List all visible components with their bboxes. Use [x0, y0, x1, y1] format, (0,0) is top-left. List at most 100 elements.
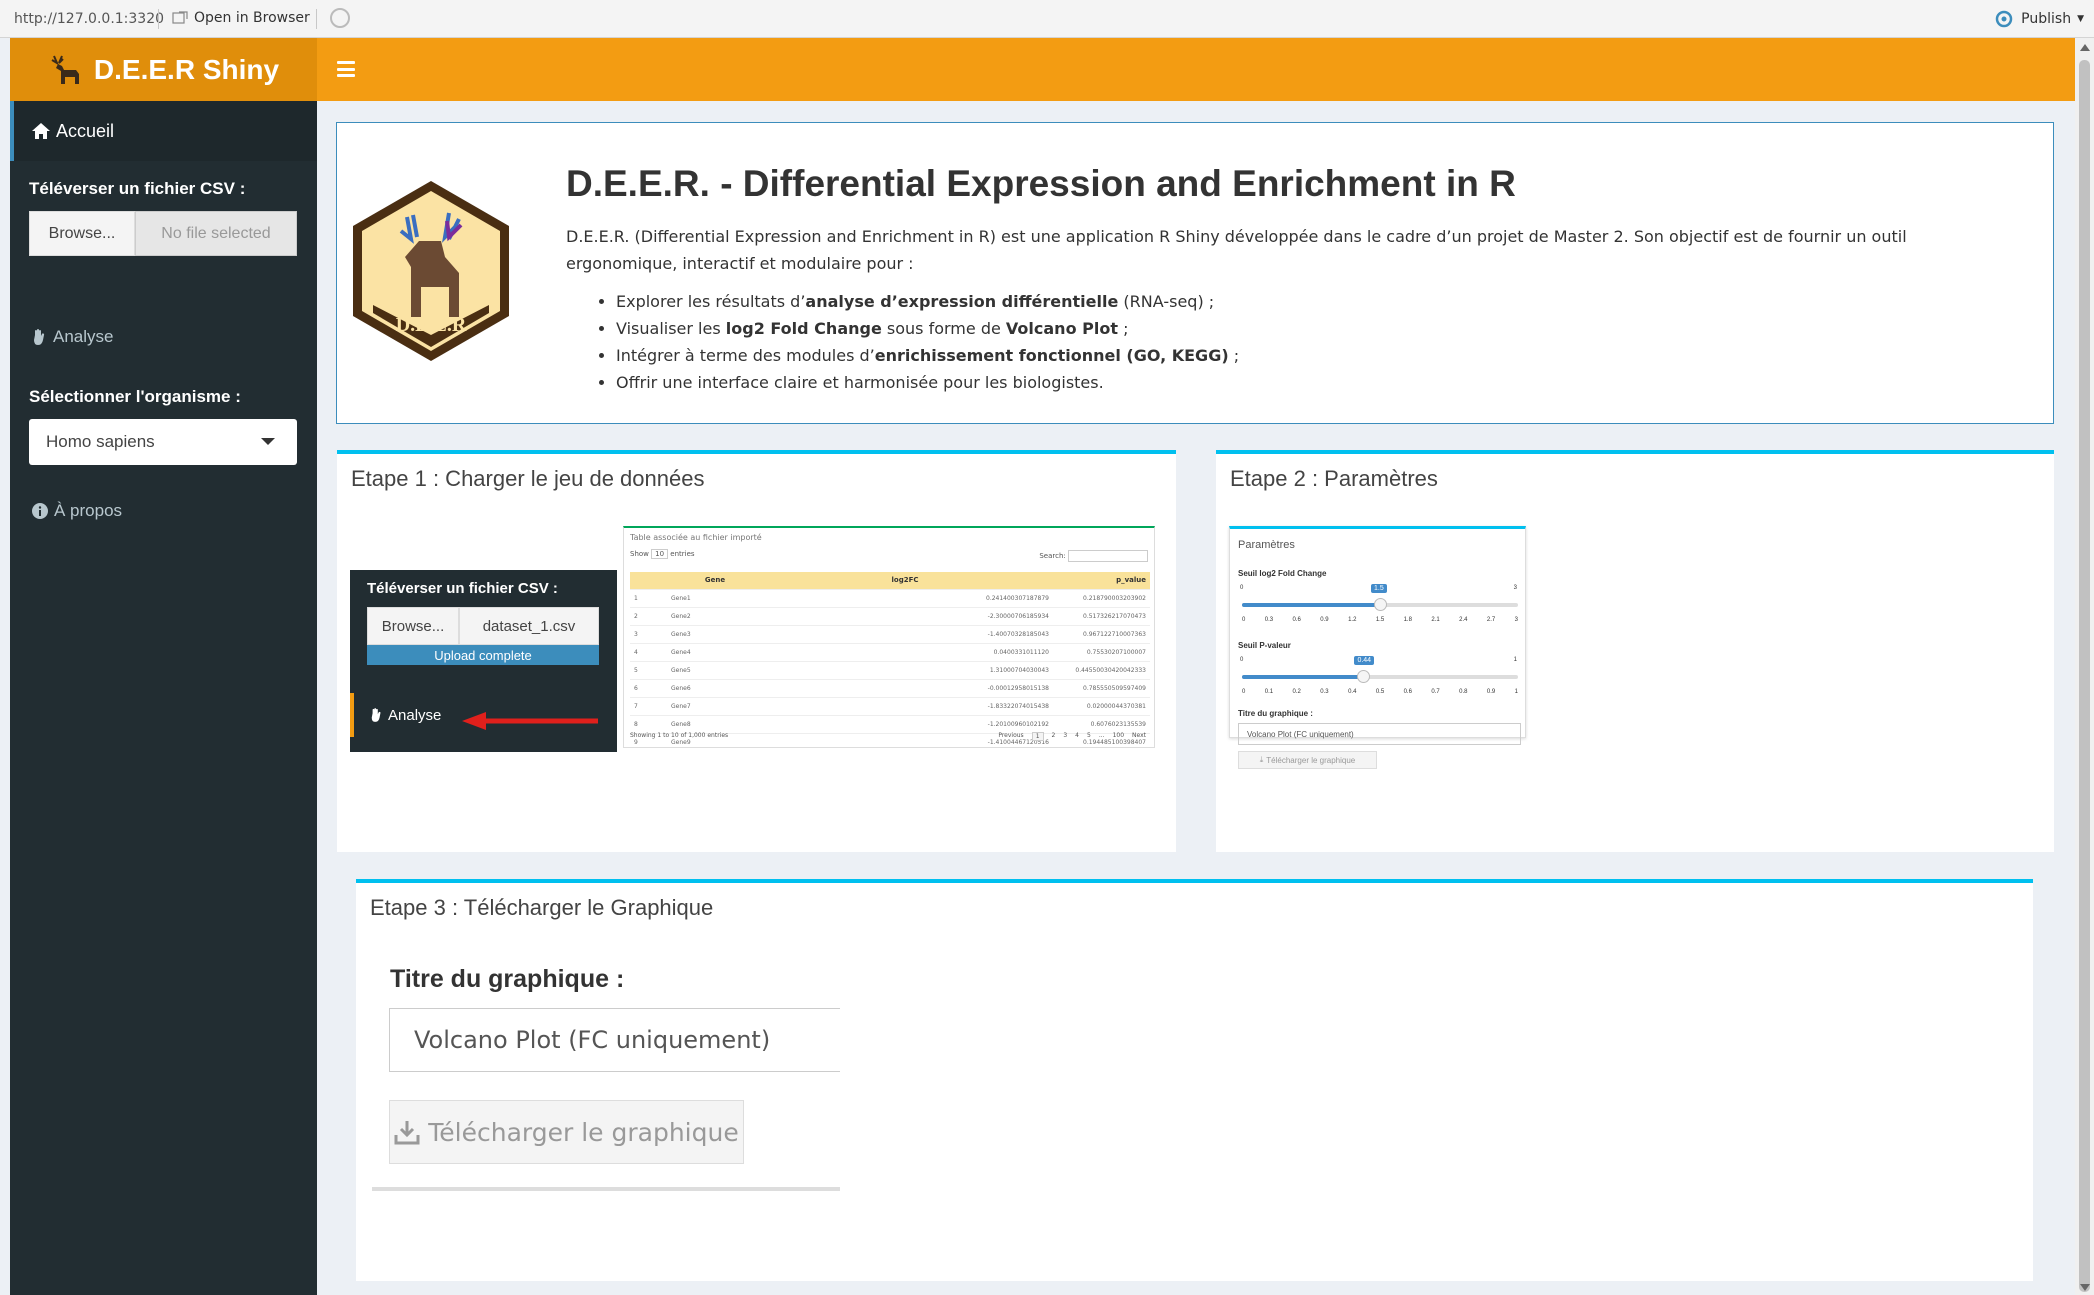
pagination-item: 1	[1031, 732, 1044, 741]
thumb-download-label: Télécharger le graphique	[1266, 755, 1356, 765]
feature-list: Explorer les résultats d’analyse d’expre…	[592, 288, 1492, 396]
sidebar-item-apropos[interactable]: À propos	[32, 501, 122, 521]
table-cell: -2.30000706185934	[760, 606, 1050, 625]
table-info: Showing 1 to 10 of 1,000 entries	[630, 732, 729, 739]
refresh-icon[interactable]	[330, 8, 350, 28]
slider-tick-label: 0.9	[1320, 617, 1329, 623]
upload-screenshot: Téléverser un fichier CSV : Browse... da…	[350, 570, 617, 752]
thumb-file-control: Browse... dataset_1.csv	[367, 607, 599, 645]
table-cell: 0.0400331011120	[760, 642, 1050, 661]
thumb-browse: Browse...	[367, 607, 459, 645]
page-title: D.E.E.R. - Differential Expression and E…	[566, 163, 1516, 204]
slider-tick-label: 0.3	[1264, 617, 1274, 623]
fc-slider-handle	[1374, 598, 1387, 611]
download-graph-button[interactable]: Télécharger le graphique	[389, 1100, 744, 1164]
sidebar-item-accueil[interactable]: Accueil	[10, 101, 317, 161]
sidebar-item-analyse[interactable]: Analyse	[32, 327, 113, 347]
open-in-browser-button[interactable]: Open in Browser	[172, 10, 310, 26]
sidebar: Accueil Téléverser un fichier CSV : Brow…	[10, 101, 317, 1295]
step3-title: Etape 3 : Télécharger le Graphique	[370, 895, 714, 920]
pagination-item: 5	[1087, 732, 1091, 739]
list-item: Offrir une interface claire et harmonisé…	[616, 369, 1492, 396]
vertical-scrollbar[interactable]	[2075, 38, 2094, 1295]
fc-min: 0	[1240, 585, 1244, 591]
scroll-up-icon[interactable]	[2080, 44, 2090, 51]
table-cell: 2	[630, 606, 670, 625]
thumb-upload-label: Téléverser un fichier CSV :	[367, 580, 558, 597]
thumb-graph-title-label: Titre du graphique :	[1238, 709, 1313, 718]
scroll-down-icon[interactable]	[2080, 1284, 2090, 1291]
app-logo[interactable]: D.E.E.R Shiny	[10, 38, 317, 101]
table-cell: Gene7	[670, 696, 760, 715]
table-cell: 8	[630, 714, 670, 733]
thumb-analyse-label: Analyse	[388, 706, 442, 724]
slider-tick-label: 2.7	[1486, 617, 1496, 623]
slider-tick-label: 0.9	[1486, 689, 1496, 695]
browse-button[interactable]: Browse...	[29, 211, 135, 256]
step2-box: Etape 2 : Paramètres Paramètres Seuil lo…	[1216, 450, 2054, 852]
deer-logo: D.E.E.R	[353, 181, 509, 361]
slider-tick-label: 1.5	[1375, 617, 1385, 623]
fc-max: 3	[1513, 585, 1517, 591]
pagination-item: Previous	[998, 732, 1024, 739]
toolbar-divider	[316, 9, 317, 29]
table-cell: 0.517326217070473	[1050, 606, 1150, 625]
intro-box: D.E.E.R D.E.E.R. - Differential Expressi…	[336, 122, 2054, 424]
table-cell: Gene8	[670, 714, 760, 733]
hand-icon	[34, 329, 45, 345]
fc-slider: 1.5	[1242, 584, 1518, 611]
sidebar-item-label: Analyse	[53, 327, 114, 346]
table-cell: Gene5	[670, 660, 760, 679]
table-cell: Gene1	[670, 588, 760, 607]
slider-tick-label: 1.2	[1348, 617, 1357, 623]
slider-tick-label: 0.4	[1348, 689, 1357, 695]
pagination-item: Next	[1132, 732, 1146, 739]
hamburger-icon[interactable]	[337, 59, 355, 79]
table-row: 1 Gene1 0.241400307187879 0.218790003203902	[630, 588, 1150, 607]
slider-tick-label: 0.7	[1431, 689, 1440, 695]
p-slider: 0.44	[1242, 656, 1518, 683]
file-name-field[interactable]: No file selected	[135, 211, 297, 256]
thumb-download-button: ⤓ Télécharger le graphique	[1238, 751, 1377, 769]
slider-tick-label: 1	[1514, 689, 1518, 695]
p-ticks: 0 0.1 0.2 0.3 0.4 0.5 0.6 0.7 0.8 0.9 1	[1242, 689, 1518, 695]
red-arrow-icon	[462, 712, 598, 730]
p-min: 0	[1240, 657, 1244, 663]
slider-tick-label: 3	[1514, 617, 1518, 623]
file-upload-control[interactable]: Browse... No file selected	[29, 211, 297, 256]
graph-title-input[interactable]: Volcano Plot (FC uniquement)	[389, 1008, 840, 1072]
table-cell: 0.241400307187879	[760, 588, 1050, 607]
data-table-screenshot: Table associée au fichier importé Show 1…	[623, 526, 1155, 748]
table-row: 8 Gene8 -1.20100960102192 0.6076023135539	[630, 714, 1150, 733]
slider-tick-label: 1.8	[1403, 617, 1412, 623]
thumb-filename: dataset_1.csv	[459, 607, 599, 645]
slider-tick-label: 0.6	[1403, 689, 1412, 695]
download-label: Télécharger le graphique	[428, 1117, 739, 1147]
table-cell: 4	[630, 642, 670, 661]
organism-value: Homo sapiens	[46, 432, 155, 451]
publish-label: Publish	[2021, 11, 2072, 27]
table-cell: 0.785550509597409	[1050, 678, 1150, 697]
thumb-graph-title-input: Volcano Plot (FC uniquement)	[1238, 723, 1521, 745]
graph-title-label: Titre du graphique :	[390, 965, 625, 993]
organism-select[interactable]: Homo sapiens	[29, 419, 297, 465]
slider-tick-label: 0.2	[1292, 689, 1301, 695]
slider-tick-label: 0.8	[1459, 689, 1468, 695]
chevron-down-icon[interactable]: ▼	[2077, 14, 2084, 24]
table-cell: 0.02000044370381	[1050, 696, 1150, 715]
slider-tick-label: 2.4	[1459, 617, 1468, 623]
step3-box: Etape 3 : Télécharger le Graphique Titre…	[356, 879, 2033, 1281]
table-cell: -1.83322074015438	[760, 696, 1050, 715]
step1-box: Etape 1 : Charger le jeu de données Télé…	[337, 450, 1176, 852]
table-cell: Gene4	[670, 642, 760, 661]
slider-tick-label: 2.1	[1431, 617, 1440, 623]
publish-button[interactable]: Publish ▼	[1993, 10, 2084, 28]
p-slider-fill	[1242, 675, 1364, 679]
scrollbar-thumb[interactable]	[2079, 60, 2090, 1292]
table-cell: 3	[630, 624, 670, 643]
table-row: 6 Gene6 -0.00012958015138 0.785550509597409	[630, 678, 1150, 697]
table-cell: 5	[630, 660, 670, 679]
table-cell: 0.967122710007363	[1050, 624, 1150, 643]
home-icon	[32, 123, 50, 139]
url-text[interactable]: http://127.0.0.1:3320	[14, 11, 164, 27]
